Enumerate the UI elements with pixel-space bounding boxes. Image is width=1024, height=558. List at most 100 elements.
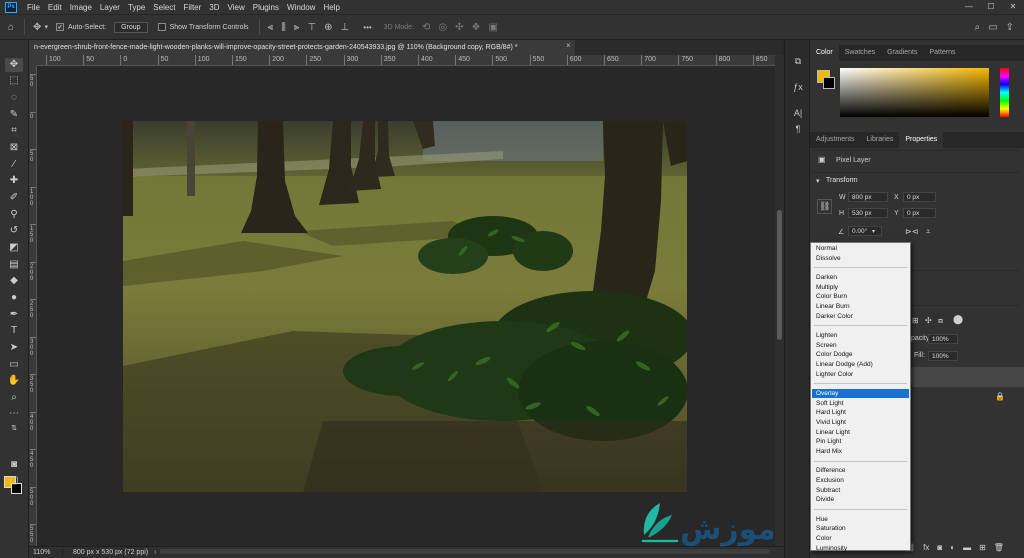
- move-tool-icon[interactable]: ✥: [33, 22, 41, 33]
- x-field[interactable]: 0 px: [903, 192, 936, 202]
- chevron-down-icon[interactable]: ▾: [44, 23, 48, 31]
- new-adjustment-icon[interactable]: ◐: [950, 543, 955, 552]
- menu-filter[interactable]: Filter: [180, 3, 206, 12]
- angle-dropdown-icon[interactable]: ▾: [872, 228, 875, 235]
- horizontal-ruler[interactable]: 100 50 0 50 100 150 200 250 300 350 400 450 500 550 60…: [37, 55, 775, 66]
- clone-stamp-tool-icon[interactable]: ⚲: [5, 208, 23, 222]
- add-style-icon[interactable]: fx: [923, 543, 929, 552]
- 3d-slide-icon[interactable]: ❖: [472, 22, 481, 33]
- blend-mode-option[interactable]: Pin Light: [812, 437, 909, 447]
- blend-mode-option[interactable]: Lighten: [812, 331, 909, 341]
- blend-mode-option[interactable]: Darken: [812, 273, 909, 283]
- auto-select-target-dropdown[interactable]: Group: [114, 21, 148, 33]
- blend-mode-option[interactable]: Divide: [812, 495, 909, 505]
- flip-horizontal-icon[interactable]: ⊳⊲: [905, 227, 918, 236]
- blend-mode-dropdown[interactable]: Normal Dissolve Darken Multiply Color Burn Li…: [810, 242, 911, 552]
- more-tools-icon[interactable]: ⋯: [5, 407, 23, 421]
- tab-libraries[interactable]: Libraries: [861, 132, 900, 148]
- quick-mask-icon[interactable]: ◙: [5, 458, 23, 472]
- zoom-tool-icon[interactable]: ⌕: [5, 391, 23, 405]
- history-brush-tool-icon[interactable]: ↺: [5, 224, 23, 238]
- menu-3d[interactable]: 3D: [205, 3, 223, 12]
- menu-view[interactable]: View: [224, 3, 249, 12]
- 3d-pan-icon[interactable]: ✣: [455, 22, 463, 33]
- dodge-tool-icon[interactable]: ●: [5, 291, 23, 305]
- fill-field[interactable]: 100%: [928, 351, 958, 361]
- hand-tool-icon[interactable]: ✋: [5, 374, 23, 388]
- lock-position-icon[interactable]: ✣: [925, 316, 932, 325]
- blend-mode-option[interactable]: Hard Light: [812, 408, 909, 418]
- blend-mode-option[interactable]: Hard Mix: [812, 447, 909, 457]
- blend-mode-option[interactable]: Exclusion: [812, 476, 909, 486]
- close-document-icon[interactable]: ×: [566, 41, 571, 50]
- paragraph-panel-icon[interactable]: ¶: [791, 122, 805, 136]
- panel-background-swatch[interactable]: [823, 77, 835, 89]
- blend-mode-option[interactable]: Overlay: [812, 388, 909, 399]
- 3d-orbit-icon[interactable]: ⟲: [422, 22, 430, 33]
- color-picker-field[interactable]: [840, 68, 989, 117]
- 3d-roll-icon[interactable]: ◎: [438, 22, 447, 33]
- document-info-menu-icon[interactable]: ›: [154, 549, 156, 556]
- blend-mode-option[interactable]: Lighter Color: [812, 370, 909, 380]
- menu-file[interactable]: File: [23, 3, 44, 12]
- blend-mode-option[interactable]: Saturation: [812, 524, 909, 534]
- maximize-button[interactable]: ☐: [980, 0, 1002, 14]
- delete-layer-icon[interactable]: 🗑: [994, 543, 1004, 552]
- character-panel-icon[interactable]: A|: [791, 106, 805, 120]
- align-right-icon[interactable]: ⫸: [294, 22, 300, 33]
- blend-mode-option[interactable]: Vivid Light: [812, 418, 909, 428]
- document-image[interactable]: [123, 121, 687, 492]
- menu-edit[interactable]: Edit: [44, 3, 66, 12]
- eyedropper-tool-icon[interactable]: ⁄: [5, 158, 23, 172]
- quick-select-tool-icon[interactable]: ✎: [5, 108, 23, 122]
- align-left-icon[interactable]: ⫷: [268, 22, 274, 33]
- vertical-ruler[interactable]: 50 0 50 100 150 200 250 300 350 400 450 500 550: [29, 66, 37, 546]
- auto-select-option[interactable]: ✓ Auto-Select:: [55, 23, 106, 31]
- history-panel-icon[interactable]: ⧉: [791, 54, 805, 68]
- hue-slider[interactable]: [1000, 68, 1009, 117]
- path-selection-tool-icon[interactable]: ➤: [5, 341, 23, 355]
- search-icon[interactable]: ⌕: [975, 22, 981, 33]
- blend-mode-option[interactable]: Darker Color: [812, 312, 909, 322]
- tab-gradients[interactable]: Gradients: [881, 45, 923, 61]
- angle-field[interactable]: 0.00°: [848, 226, 882, 236]
- move-tool-icon[interactable]: ✥: [5, 58, 23, 72]
- blend-mode-option[interactable]: Linear Light: [812, 428, 909, 438]
- eraser-tool-icon[interactable]: ◩: [5, 241, 23, 255]
- height-field[interactable]: 530 px: [848, 208, 888, 218]
- align-middle-icon[interactable]: ⊕: [324, 22, 332, 33]
- close-window-button[interactable]: ✕: [1002, 0, 1024, 14]
- new-group-icon[interactable]: ▬: [963, 543, 971, 552]
- transform-controls-checkbox[interactable]: [157, 23, 166, 31]
- transform-chevron-icon[interactable]: ▾: [816, 177, 820, 185]
- crop-tool-icon[interactable]: ⌗: [5, 124, 23, 138]
- layer-lock-icon[interactable]: 🔒: [995, 392, 1005, 401]
- blend-mode-option[interactable]: Color Burn: [812, 292, 909, 302]
- tab-properties[interactable]: Properties: [899, 132, 944, 148]
- blend-mode-option[interactable]: Difference: [812, 466, 909, 476]
- blend-mode-option[interactable]: Color Dodge: [812, 350, 909, 360]
- y-field[interactable]: 0 px: [903, 208, 936, 218]
- menu-layer[interactable]: Layer: [96, 3, 124, 12]
- blend-mode-option[interactable]: Soft Light: [812, 399, 909, 409]
- transform-controls-option[interactable]: Show Transform Controls: [157, 23, 249, 31]
- tab-adjustments[interactable]: Adjustments: [810, 132, 861, 148]
- lock-pixels-icon[interactable]: ⊞: [912, 316, 919, 325]
- add-mask-icon[interactable]: ◙: [937, 543, 942, 552]
- blend-mode-option[interactable]: Linear Burn: [812, 302, 909, 312]
- menu-plugins[interactable]: Plugins: [249, 3, 283, 12]
- opacity-field[interactable]: 100%: [928, 334, 958, 344]
- zoom-level-field[interactable]: 110%: [29, 549, 63, 556]
- blend-mode-option[interactable]: Subtract: [812, 486, 909, 496]
- type-tool-icon[interactable]: T: [5, 324, 23, 338]
- document-tab[interactable]: n-evergreen-shrub-front-fence-made-light…: [29, 40, 575, 55]
- blur-tool-icon[interactable]: ◆: [5, 274, 23, 288]
- frame-tool-icon[interactable]: ⊠: [5, 141, 23, 155]
- blend-mode-option[interactable]: Screen: [812, 341, 909, 351]
- shape-tool-icon[interactable]: ▭: [5, 358, 23, 372]
- link-dimensions-icon[interactable]: ⛓: [817, 199, 833, 214]
- minimize-button[interactable]: —: [958, 0, 980, 14]
- home-icon[interactable]: ⌂: [8, 22, 14, 33]
- vertical-scroll-thumb[interactable]: [777, 210, 782, 340]
- pen-tool-icon[interactable]: ✒: [5, 308, 23, 322]
